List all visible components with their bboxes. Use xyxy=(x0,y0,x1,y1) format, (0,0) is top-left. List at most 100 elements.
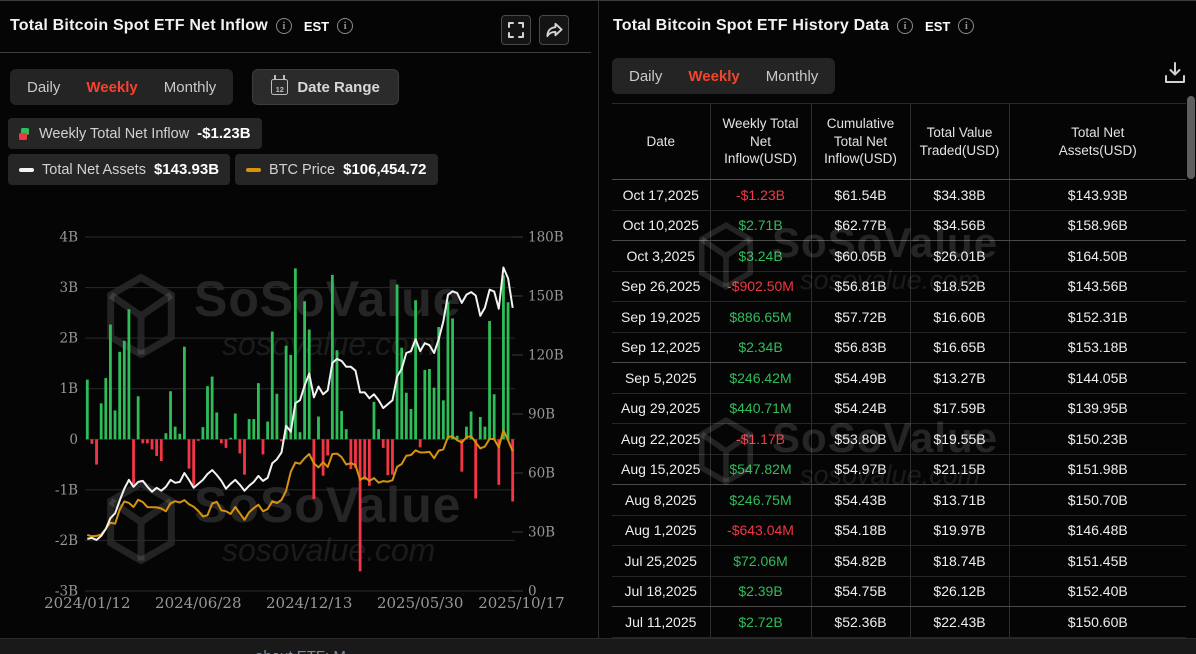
cell-traded: $26.01B xyxy=(909,240,1009,272)
cell-cumulative: $62.77B xyxy=(810,210,910,241)
cell-traded: $34.38B xyxy=(909,179,1009,211)
svg-text:2024/06/28: 2024/06/28 xyxy=(155,594,241,612)
table-tab-daily[interactable]: Daily xyxy=(616,61,675,92)
footer-link[interactable]: about ETF: M xyxy=(255,648,346,654)
cell-traded: $16.65B xyxy=(909,332,1009,363)
info-icon[interactable]: i xyxy=(897,18,914,34)
svg-text:180B: 180B xyxy=(528,230,564,246)
cell-traded: $13.27B xyxy=(909,362,1009,394)
panel-title: Total Bitcoin Spot ETF History Data xyxy=(613,17,890,34)
table-row: Aug 8,2025 $246.75M $54.43B $13.71B $150.70B xyxy=(612,484,1186,516)
cell-inflow: -$1.17B xyxy=(709,423,811,455)
history-data-panel: SoSoValue sosovalue.com SoSoValue sosova… xyxy=(612,1,1196,639)
cell-traded: $34.56B xyxy=(909,210,1009,241)
cell-cumulative: $57.72B xyxy=(810,301,910,333)
cell-date: Aug 15,2025 xyxy=(612,454,710,485)
svg-text:-2B: -2B xyxy=(55,533,78,549)
svg-text:3B: 3B xyxy=(59,280,78,296)
cell-assets: $153.18B xyxy=(1008,332,1186,363)
cell-cumulative: $61.54B xyxy=(810,179,910,211)
cell-cumulative: $54.97B xyxy=(810,454,910,485)
cell-date: Sep 19,2025 xyxy=(612,301,710,333)
table-row: Sep 26,2025 -$902.50M $56.81B $18.52B $143.5… xyxy=(612,271,1186,302)
cell-traded: $17.59B xyxy=(909,393,1009,424)
cell-traded: $16.60B xyxy=(909,301,1009,333)
panel-divider xyxy=(598,1,599,639)
cell-cumulative: $54.49B xyxy=(810,362,910,394)
table-row: Oct 10,2025 $2.71B $62.77B $34.56B $158.96B xyxy=(612,210,1186,241)
cell-traded: $22.43B xyxy=(909,606,1009,638)
cell-inflow: $2.72B xyxy=(709,606,811,638)
cell-assets: $158.96B xyxy=(1008,210,1186,241)
cell-assets: $143.56B xyxy=(1008,271,1186,302)
cell-date: Sep 5,2025 xyxy=(612,362,710,394)
cell-cumulative: $53.80B xyxy=(810,423,910,455)
cell-date: Oct 17,2025 xyxy=(612,179,710,211)
svg-text:120B: 120B xyxy=(528,348,564,364)
info-icon[interactable]: i xyxy=(958,18,975,34)
cell-inflow: $3.24B xyxy=(709,240,811,272)
cell-inflow: $246.75M xyxy=(709,484,811,516)
cell-cumulative: $54.24B xyxy=(810,393,910,424)
table-tab-monthly[interactable]: Monthly xyxy=(753,61,832,92)
cell-date: Aug 29,2025 xyxy=(612,393,710,424)
cell-date: Oct 3,2025 xyxy=(612,240,710,272)
download-button[interactable] xyxy=(1164,61,1186,90)
cell-traded: $21.15B xyxy=(909,454,1009,485)
cell-cumulative: $54.82B xyxy=(810,545,910,577)
history-table-wrap: Date Weekly Total Net Inflow(USD) Cumulati… xyxy=(612,103,1186,638)
cell-assets: $139.95B xyxy=(1008,393,1186,424)
cell-inflow: $2.34B xyxy=(709,332,811,363)
table-row: Oct 17,2025 -$1.23B $61.54B $34.38B $143.93B xyxy=(612,179,1186,211)
cell-inflow: $547.82M xyxy=(709,454,811,485)
cell-assets: $150.70B xyxy=(1008,484,1186,516)
table-row: Oct 3,2025 $3.24B $60.05B $26.01B $164.50B xyxy=(612,240,1186,272)
cell-traded: $13.71B xyxy=(909,484,1009,516)
cell-assets: $150.60B xyxy=(1008,606,1186,638)
cell-assets: $150.23B xyxy=(1008,423,1186,455)
x-axis-labels: 2024/01/12 2024/06/28 2024/12/13 2025/05/30… xyxy=(44,594,565,612)
table-row: Aug 22,2025 -$1.17B $53.80B $19.55B $150.23B xyxy=(612,423,1186,455)
inflow-bars xyxy=(85,268,515,572)
table-scrollbar-thumb[interactable] xyxy=(1187,96,1195,179)
cell-date: Oct 10,2025 xyxy=(612,210,710,241)
timezone-label: EST xyxy=(925,18,951,34)
table-row: Jul 11,2025 $2.72B $52.36B $22.43B $150.60B xyxy=(612,606,1186,638)
history-header: Total Bitcoin Spot ETF History Data i ES… xyxy=(613,17,975,35)
cell-date: Sep 12,2025 xyxy=(612,332,710,363)
cell-traded: $19.97B xyxy=(909,515,1009,546)
table-row: Aug 15,2025 $547.82M $54.97B $21.15B $151.98… xyxy=(612,454,1186,485)
cell-inflow: $2.71B xyxy=(709,210,811,241)
footer-bar: about ETF: M xyxy=(0,638,1196,654)
cell-inflow: -$902.50M xyxy=(709,271,811,302)
cell-assets: $152.31B xyxy=(1008,301,1186,333)
cell-inflow: $440.71M xyxy=(709,393,811,424)
table-row: Sep 12,2025 $2.34B $56.83B $16.65B $153.18B xyxy=(612,332,1186,363)
cell-cumulative: $54.18B xyxy=(810,515,910,546)
cell-inflow: $246.42M xyxy=(709,362,811,394)
cell-date: Jul 18,2025 xyxy=(612,576,710,607)
period-tabs: Daily Weekly Monthly xyxy=(612,58,836,94)
svg-text:2024/01/12: 2024/01/12 xyxy=(44,594,130,612)
cell-cumulative: $54.43B xyxy=(810,484,910,516)
table-tab-weekly[interactable]: Weekly xyxy=(675,61,752,92)
cell-date: Jul 11,2025 xyxy=(612,606,710,638)
cell-traded: $18.74B xyxy=(909,545,1009,577)
svg-text:90B: 90B xyxy=(528,407,555,423)
table-row: Aug 1,2025 -$643.04M $54.18B $19.97B $146.48… xyxy=(612,515,1186,546)
svg-text:0: 0 xyxy=(69,432,78,448)
svg-text:-1B: -1B xyxy=(55,482,78,498)
column-header-0: Date xyxy=(612,103,710,180)
cell-assets: $144.05B xyxy=(1008,362,1186,394)
cell-date: Aug 1,2025 xyxy=(612,515,710,546)
cell-assets: $143.93B xyxy=(1008,179,1186,211)
cell-traded: $18.52B xyxy=(909,271,1009,302)
cell-inflow: -$1.23B xyxy=(709,179,811,211)
column-header-4: Total Net Assets(USD) xyxy=(1008,103,1186,180)
svg-text:150B: 150B xyxy=(528,289,564,305)
cell-traded: $19.55B xyxy=(909,423,1009,455)
table-row: Jul 18,2025 $2.39B $54.75B $26.12B $152.40B xyxy=(612,576,1186,607)
net-inflow-panel: Total Bitcoin Spot ETF Net Inflow i EST … xyxy=(0,1,591,639)
inflow-chart[interactable]: 4B3B2B1B0-1B-2B-3B180B150B120B90B60B30B0… xyxy=(0,1,591,639)
svg-text:4B: 4B xyxy=(59,230,78,246)
